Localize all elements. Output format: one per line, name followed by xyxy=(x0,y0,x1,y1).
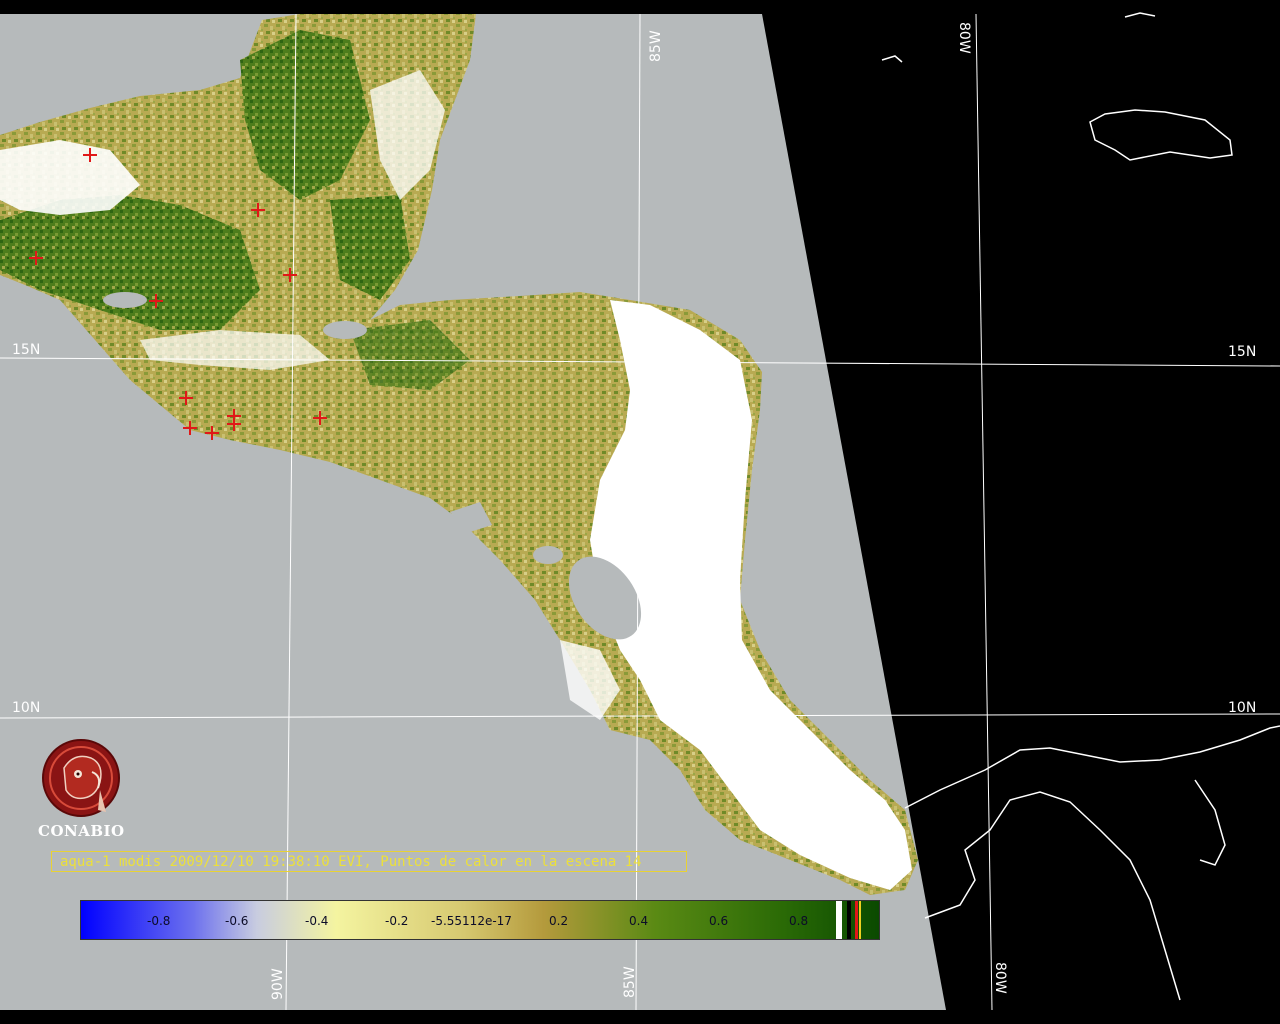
colorbar-tick-label: 0.2 xyxy=(549,914,568,928)
colorbar-fire-swatch-yellow xyxy=(859,901,861,939)
lake-peten xyxy=(103,292,147,308)
label-15n-right: 15N xyxy=(1228,344,1256,360)
colorbar-nodata-swatch xyxy=(847,901,851,939)
label-80w-top: 80W xyxy=(956,22,972,54)
label-10n-right: 10N xyxy=(1228,700,1256,716)
colorbar-tick-label: -0.6 xyxy=(225,914,248,928)
lake-izabal xyxy=(323,321,367,339)
colorbar-tick-label: -0.8 xyxy=(147,914,170,928)
colorbar-tick-label: -5.55112e-17 xyxy=(431,914,512,928)
label-85w-top: 85W xyxy=(648,30,664,62)
label-85w-bottom: 85W xyxy=(622,966,638,998)
label-90w-bottom: 90W xyxy=(270,968,286,1000)
conabio-logo-text: CONABIO xyxy=(38,822,125,840)
label-15n-left: 15N xyxy=(12,342,40,358)
colorbar-fire-swatch-red xyxy=(855,901,858,939)
label-80w-bottom: 80W xyxy=(992,962,1008,994)
scene-caption: aqua-1 modis 2009/12/10 19:38:10 EVI, Pu… xyxy=(51,851,687,872)
colorbar-tick-label: 0.4 xyxy=(629,914,648,928)
colorbar-tick-label: 0.6 xyxy=(709,914,728,928)
colorbar-tick-label: -0.4 xyxy=(305,914,328,928)
colorbar-tick-label: 0.8 xyxy=(789,914,808,928)
lake-managua xyxy=(533,546,563,564)
colorbar-tick-label: -0.2 xyxy=(385,914,408,928)
evi-colorbar: -0.8 -0.6 -0.4 -0.2 -5.55112e-17 0.2 0.4 0.6 0.8 xyxy=(80,900,880,940)
colorbar-cloud-swatch xyxy=(836,901,842,939)
label-10n-left: 10N xyxy=(12,700,40,716)
